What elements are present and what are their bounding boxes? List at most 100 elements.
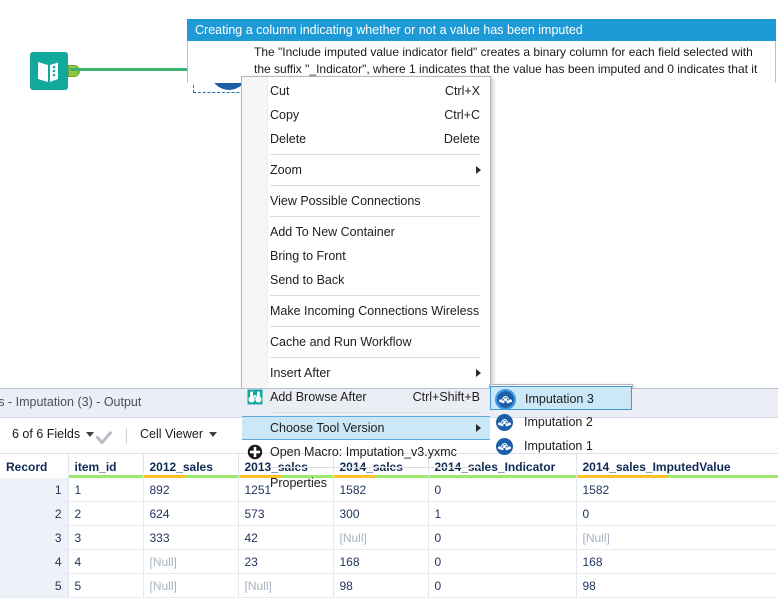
cell-item-id[interactable]: 1 [68,478,144,502]
cell-2014-sales-imputedvalue[interactable]: 168 [576,549,778,574]
cell-2014-sales-indicator[interactable]: 0 [428,525,577,550]
submenu-item-imputation-1[interactable]: Imputation 1 [490,434,632,458]
cell-item-id[interactable]: 2 [68,501,144,526]
column-header-item-id[interactable]: item_id [68,454,144,478]
comment-annotation[interactable]: Creating a column indicating whether or … [187,19,776,83]
check-icon[interactable] [96,431,112,445]
menu-separator [270,295,480,296]
menu-item-label: Choose Tool Version [270,421,385,435]
submenu-item-label: Imputation 3 [525,392,594,406]
menu-separator [270,467,480,468]
menu-item-send-to-back[interactable]: Send to Back [242,268,490,292]
cell-2013-sales[interactable]: 23 [238,549,334,574]
cell-2012-sales[interactable]: 892 [143,478,239,502]
fields-selector-label: 6 of 6 Fields [12,427,81,441]
menu-item-shortcut: Delete [443,132,480,146]
chevron-right-icon [476,424,481,432]
menu-item-open-macro[interactable]: Open Macro: Imputation_v3.yxmc [242,440,490,464]
menu-separator [270,216,480,217]
cell-viewer-label: Cell Viewer [140,427,203,441]
column-header-record[interactable]: Record [0,454,69,478]
menu-item-insert-after[interactable]: Insert After [242,361,490,385]
cell-2012-sales[interactable]: 624 [143,501,239,526]
input-data-tool[interactable] [30,52,80,90]
cell-record: 2 [0,501,69,526]
cell-2012-sales[interactable]: 333 [143,525,239,550]
menu-item-label: Copy [270,108,300,122]
output-anchor[interactable] [68,65,80,77]
menu-item-shortcut: Ctrl+C [444,108,480,122]
menu-item-shortcut: Ctrl+Shift+B [412,390,480,404]
comment-title: Creating a column indicating whether or … [187,19,776,41]
column-header-label: item_id [74,460,117,474]
cell-item-id[interactable]: 4 [68,549,144,574]
plus-circle-icon [247,444,263,460]
choose-tool-version-submenu[interactable]: Imputation 3 Imputation 2 Imputation 1 [489,384,633,460]
cell-item-id[interactable]: 3 [68,525,144,550]
imputation-macro-icon [496,414,513,431]
submenu-item-label: Imputation 1 [524,439,593,453]
submenu-item-label: Imputation 2 [524,415,593,429]
menu-item-label: Insert After [270,366,331,380]
menu-separator [270,154,480,155]
chevron-down-icon [86,432,95,438]
cell-2013-sales[interactable]: 573 [238,501,334,526]
menu-item-label: Cut [270,84,290,98]
cell-2014-sales-indicator[interactable]: 0 [428,549,577,574]
results-title: lts - Imputation (3) - Output [0,395,142,409]
cell-2014-sales[interactable]: [Null] [333,525,429,550]
menu-separator [270,185,480,186]
menu-item-bring-to-front[interactable]: Bring to Front [242,244,490,268]
fields-selector[interactable]: 6 of 6 Fields [12,427,95,441]
cell-2014-sales-imputedvalue[interactable]: 1582 [576,478,778,502]
menu-item-add-to-new-container[interactable]: Add To New Container [242,220,490,244]
cell-2014-sales-imputedvalue[interactable]: 0 [576,501,778,526]
cell-2012-sales[interactable]: [Null] [143,549,239,574]
table-row[interactable]: 3 3 333 42 [Null] 0 [Null] [0,525,778,550]
binoculars-icon [247,389,263,405]
submenu-item-imputation-2[interactable]: Imputation 2 [490,410,632,434]
column-header-label: 2012_sales [149,460,213,474]
menu-item-label: Zoom [270,163,302,177]
menu-item-choose-tool-version[interactable]: Choose Tool Version [242,416,490,440]
cell-2013-sales[interactable]: 42 [238,525,334,550]
menu-item-copy[interactable]: Copy Ctrl+C [242,103,490,127]
menu-item-label: Send to Back [270,273,345,287]
menu-item-view-possible-connections[interactable]: View Possible Connections [242,189,490,213]
cell-2014-sales-indicator[interactable]: 1 [428,501,577,526]
menu-item-label: Delete [270,132,307,146]
menu-item-label: Add To New Container [270,225,395,239]
menu-item-cut[interactable]: Cut Ctrl+X [242,79,490,103]
cell-record: 1 [0,478,69,502]
cell-record: 4 [0,549,69,574]
menu-item-zoom[interactable]: Zoom [242,158,490,182]
chevron-right-icon [476,166,481,174]
context-menu[interactable]: Cut Ctrl+X Copy Ctrl+C Delete Delete Zoo… [241,76,491,498]
menu-item-properties[interactable]: Properties [242,471,490,495]
column-type-bar [68,475,143,478]
cell-2014-sales[interactable]: 300 [333,501,429,526]
cell-2014-sales-imputedvalue[interactable]: [Null] [576,525,778,550]
menu-item-label: Open Macro: Imputation_v3.yxmc [270,445,457,459]
cell-viewer-selector[interactable]: Cell Viewer [140,427,217,441]
menu-item-delete[interactable]: Delete Delete [242,127,490,151]
menu-item-label: Cache and Run Workflow [270,335,412,349]
column-header-label: 2014_sales_ImputedValue [582,460,731,474]
table-row[interactable]: 2 2 624 573 300 1 0 [0,501,778,526]
menu-separator [270,357,480,358]
cell-2014-sales[interactable]: 168 [333,549,429,574]
chevron-right-icon [476,369,481,377]
column-header-2012-sales[interactable]: 2012_sales [143,454,239,478]
menu-item-label: Properties [270,476,327,490]
menu-item-label: Bring to Front [270,249,346,263]
submenu-item-imputation-3[interactable]: Imputation 3 [490,386,632,410]
chevron-down-icon [209,432,217,438]
menu-item-cache-and-run-workflow[interactable]: Cache and Run Workflow [242,330,490,354]
menu-item-label: Add Browse After [270,390,367,404]
column-header-label: Record [6,460,48,474]
cell-record: 3 [0,525,69,550]
table-row[interactable]: 4 4 [Null] 23 168 0 168 [0,549,778,574]
table-body: 1 1 892 1251 1582 0 1582 2 2 624 573 300… [0,478,778,598]
menu-item-make-incoming-connections-wireless[interactable]: Make Incoming Connections Wireless [242,299,490,323]
menu-item-add-browse-after[interactable]: Add Browse After Ctrl+Shift+B [242,385,490,409]
